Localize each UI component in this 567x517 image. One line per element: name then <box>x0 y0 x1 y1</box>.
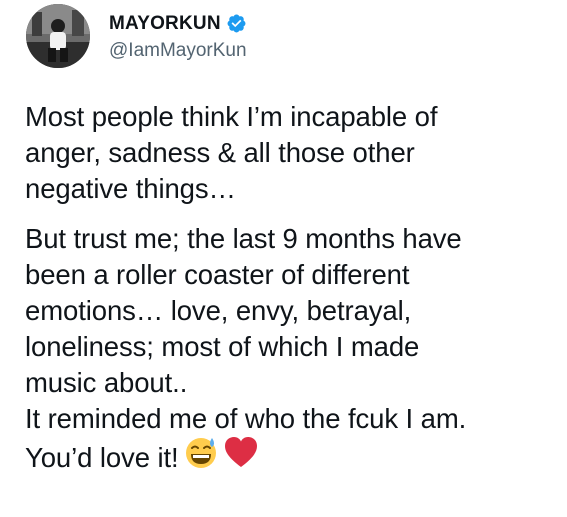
tweet-last-line: You’d love it! <box>25 437 560 482</box>
tweet-line-text: You’d love it! <box>25 441 179 473</box>
verified-badge-icon <box>226 13 247 34</box>
tweet-paragraph-1: Most people think I’m incapable of anger… <box>25 99 560 207</box>
avatar[interactable] <box>26 4 90 68</box>
tweet-line: been a roller coaster of different <box>25 259 410 290</box>
tweet-card: MAYORKUN @IamMayorKun Most people think … <box>0 0 567 517</box>
tweet-line: negative things… <box>25 173 236 204</box>
tweet-line: Most people think I’m incapable of <box>25 101 438 132</box>
user-handle[interactable]: @IamMayorKun <box>109 40 247 62</box>
sweat-smile-emoji-icon <box>183 434 219 479</box>
tweet-header: MAYORKUN @IamMayorKun <box>26 4 247 68</box>
tweet-line: anger, sadness & all those other <box>25 137 415 168</box>
tweet-line: music about.. <box>25 367 188 398</box>
tweet-paragraph-2: But trust me; the last 9 months have bee… <box>25 221 560 482</box>
red-heart-emoji-icon <box>223 434 259 479</box>
avatar-photo-icon <box>26 4 90 68</box>
tweet-line: But trust me; the last 9 months have <box>25 223 462 254</box>
display-name[interactable]: MAYORKUN <box>109 13 221 35</box>
tweet-line: It reminded me of who the fcuk I am. <box>25 403 467 434</box>
name-row: MAYORKUN <box>109 11 247 37</box>
user-info: MAYORKUN @IamMayorKun <box>109 11 247 62</box>
tweet-line: loneliness; most of which I made <box>25 331 420 362</box>
tweet-line: emotions… love, envy, betrayal, <box>25 295 412 326</box>
tweet-text: Most people think I’m incapable of anger… <box>25 99 560 482</box>
